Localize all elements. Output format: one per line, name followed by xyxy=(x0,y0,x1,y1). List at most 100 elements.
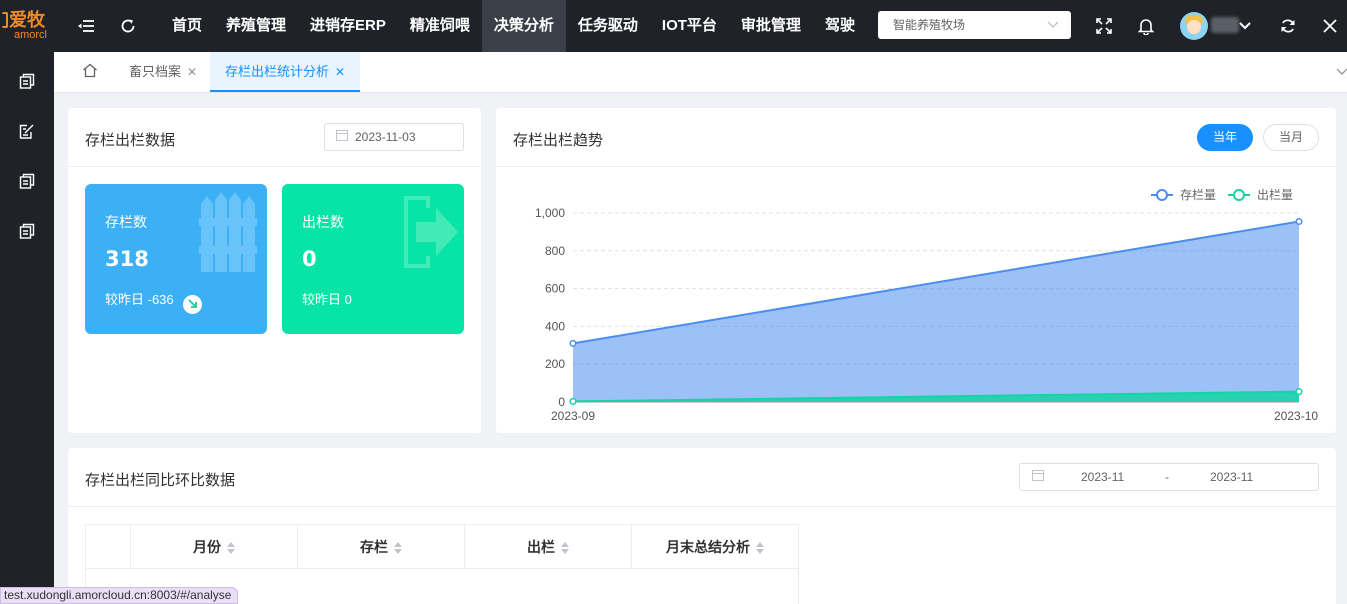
legend-marker xyxy=(1156,189,1168,201)
y-tick-label: 400 xyxy=(545,319,565,333)
inventory-value: 318 xyxy=(105,247,149,271)
edit-doc-icon[interactable] xyxy=(17,121,37,141)
range-separator: - xyxy=(1165,470,1169,484)
data-point xyxy=(1295,217,1303,226)
close-icon[interactable]: ✕ xyxy=(187,65,197,79)
trend-card: 存栏出栏趋势 当年 当月 0 200 400 600 800 1,000 2023-09 20… xyxy=(496,108,1336,433)
inventory-compare-text: 较昨日 -636 xyxy=(105,292,174,307)
sidebar xyxy=(0,52,54,604)
column-label: 出栏 xyxy=(527,538,555,555)
tab-livestock-archive[interactable]: 畜只档案 ✕ xyxy=(129,52,197,92)
copy-icon[interactable] xyxy=(17,71,37,91)
outbound-label: 出栏数 xyxy=(302,214,344,230)
month-range-picker[interactable]: 2023-11 - 2023-11 xyxy=(1019,463,1319,491)
home-tab-icon[interactable] xyxy=(82,52,98,92)
username-blurred[interactable] xyxy=(1211,17,1239,33)
nav-breeding[interactable]: 养殖管理 xyxy=(214,0,298,52)
nav-cockpit[interactable]: 驾驶 xyxy=(813,0,867,52)
top-navbar: 爱牧 amorcl 首页 养殖管理 进销存ERP 精准饲喂 决策分析 任务驱动 … xyxy=(0,0,1347,52)
copy-icon[interactable] xyxy=(17,171,37,191)
table-header-row: 月份 存栏 出栏 月末总结分析 xyxy=(85,524,799,569)
card-title: 存栏出栏同比环比数据 xyxy=(85,472,236,489)
column-label: 月末总结分析 xyxy=(666,538,750,555)
y-tick-label: 800 xyxy=(545,244,565,258)
tab-label: 畜只档案 xyxy=(129,64,182,79)
card-title: 存栏出栏趋势 xyxy=(513,132,604,149)
data-point xyxy=(1295,388,1303,396)
current-month-button[interactable]: 当月 xyxy=(1263,124,1319,151)
y-tick-label: 600 xyxy=(545,282,565,296)
close-icon[interactable] xyxy=(1318,14,1342,38)
column-header-summary[interactable]: 月末总结分析 xyxy=(631,524,799,569)
logo-subtext: amorcl xyxy=(14,29,48,41)
chevron-down-icon xyxy=(1047,11,1059,39)
y-tick-label: 0 xyxy=(558,395,565,409)
arrow-down-right-icon xyxy=(183,295,203,314)
sort-icon[interactable] xyxy=(561,541,569,554)
farm-select-value: 智能养殖牧场 xyxy=(893,18,966,32)
calendar-icon xyxy=(1032,464,1044,490)
divider xyxy=(68,506,1336,507)
tab-label: 存栏出栏统计分析 xyxy=(225,64,330,79)
fullscreen-icon[interactable] xyxy=(1092,14,1116,38)
card-title: 存栏出栏数据 xyxy=(85,132,176,149)
status-url-tooltip: test.xudongli.amorcloud.cn:8003/#/analys… xyxy=(0,587,239,604)
tab-stock-analysis[interactable]: 存栏出栏统计分析 ✕ xyxy=(210,52,361,92)
divider xyxy=(496,166,1336,167)
chevron-down-icon[interactable] xyxy=(1336,52,1347,92)
column-header-outbound[interactable]: 出栏 xyxy=(464,524,632,569)
app-logo[interactable]: 爱牧 amorcl xyxy=(0,0,54,52)
sync-icon[interactable] xyxy=(1276,14,1300,38)
outbound-value: 0 xyxy=(302,247,317,271)
nav-iot[interactable]: IOT平台 xyxy=(650,0,729,52)
sort-icon[interactable] xyxy=(394,541,402,554)
nav-home[interactable]: 首页 xyxy=(160,0,214,52)
column-header-month[interactable]: 月份 xyxy=(130,524,298,569)
current-year-button[interactable]: 当年 xyxy=(1197,124,1253,151)
table-header-index xyxy=(85,524,131,569)
sort-icon[interactable] xyxy=(756,541,764,554)
logo-text: 爱牧 xyxy=(9,10,45,30)
inventory-stat-card: 存栏数 318 较昨日 -636 xyxy=(85,184,267,334)
data-point xyxy=(569,397,577,405)
compare-card: 存栏出栏同比环比数据 2023-11 - 2023-11 月份 存栏 出栏 月末… xyxy=(68,448,1336,604)
outbound-compare: 较昨日 0 xyxy=(302,292,352,307)
refresh-icon[interactable] xyxy=(116,14,140,38)
range-start[interactable]: 2023-11 xyxy=(1081,464,1124,490)
x-tick-label: 2023-10 xyxy=(1274,409,1318,423)
data-point xyxy=(569,339,577,347)
y-tick-label: 200 xyxy=(545,357,565,371)
close-icon[interactable]: ✕ xyxy=(335,65,345,79)
nav-erp[interactable]: 进销存ERP xyxy=(298,0,398,52)
divider xyxy=(68,166,481,167)
nav-approval[interactable]: 审批管理 xyxy=(729,0,813,52)
date-picker[interactable]: 2023-11-03 xyxy=(324,123,464,151)
chevron-down-icon[interactable] xyxy=(1238,14,1252,38)
main-nav: 首页 养殖管理 进销存ERP 精准饲喂 决策分析 任务驱动 IOT平台 审批管理… xyxy=(160,0,867,52)
legend-label: 出栏量 xyxy=(1257,187,1293,202)
copy-icon[interactable] xyxy=(17,221,37,241)
avatar[interactable] xyxy=(1180,12,1208,40)
exit-icon xyxy=(404,196,458,268)
legend-marker xyxy=(1233,189,1245,201)
outbound-stat-card: 出栏数 0 较昨日 0 xyxy=(282,184,464,334)
stock-data-card: 存栏出栏数据 2023-11-03 存栏数 318 较昨日 -636 出栏数 0… xyxy=(68,108,481,433)
column-label: 月份 xyxy=(193,538,221,555)
trend-chart: 0 200 400 600 800 1,000 2023-09 2023-10 存栏量 出栏量 xyxy=(535,187,1318,423)
nav-decision[interactable]: 决策分析 xyxy=(481,0,566,52)
legend-label: 存栏量 xyxy=(1180,187,1216,202)
column-header-inventory[interactable]: 存栏 xyxy=(297,524,465,569)
x-tick-label: 2023-09 xyxy=(551,409,595,423)
farm-select[interactable]: 智能养殖牧场 xyxy=(878,11,1071,39)
nav-tasks[interactable]: 任务驱动 xyxy=(566,0,650,52)
range-end[interactable]: 2023-11 xyxy=(1210,464,1253,490)
date-value: 2023-11-03 xyxy=(355,130,416,144)
menu-fold-icon[interactable] xyxy=(74,14,98,38)
bell-icon[interactable] xyxy=(1134,14,1158,38)
fence-icon xyxy=(199,192,257,272)
sort-icon[interactable] xyxy=(227,541,235,554)
series-area xyxy=(573,221,1299,402)
y-tick-label: 1,000 xyxy=(535,206,565,220)
nav-feeding[interactable]: 精准饲喂 xyxy=(398,0,482,52)
inventory-compare: 较昨日 -636 xyxy=(105,289,203,314)
